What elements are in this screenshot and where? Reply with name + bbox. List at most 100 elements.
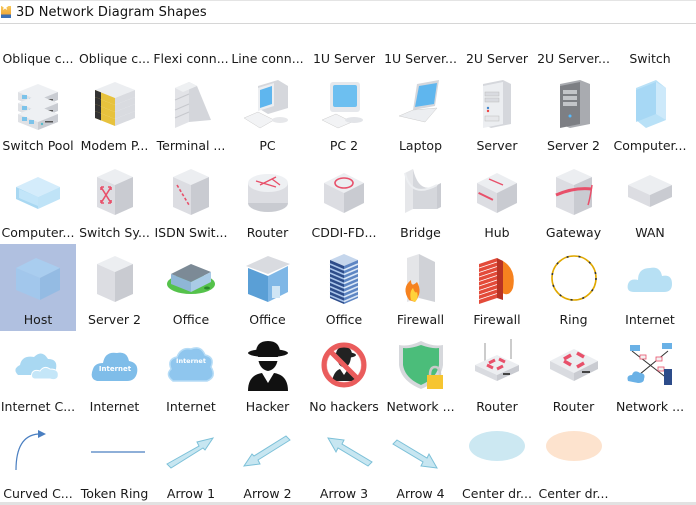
shape-item[interactable]: Oblique c...	[0, 24, 76, 70]
shape-item[interactable]: Token Ring	[77, 418, 153, 502]
shape-item[interactable]: Computer...	[612, 70, 688, 157]
token-ring-line-icon	[90, 426, 145, 478]
shape-item[interactable]: CDDI-FD...	[306, 157, 382, 244]
shape-item[interactable]: PC	[230, 70, 306, 157]
router-box-icon	[549, 339, 598, 391]
shape-item[interactable]: Ring	[536, 244, 612, 331]
shape-label: 1U Server...	[384, 51, 457, 66]
shape-label: Network ...	[386, 399, 455, 414]
shape-item[interactable]: PC 2	[306, 70, 382, 157]
shape-item[interactable]: Arrow 2	[230, 418, 306, 502]
svg-text:Internet: Internet	[98, 365, 131, 373]
shape-item[interactable]: Internet Internet	[153, 331, 229, 418]
internet-labeled-cloud-icon: Internet	[91, 339, 139, 391]
shape-label: Flexi conn...	[153, 51, 229, 66]
shape-item[interactable]: Router	[459, 331, 535, 418]
shape-label: Firewall	[473, 312, 521, 327]
shape-item[interactable]: Office	[306, 244, 382, 331]
shape-item[interactable]: Flexi conn...	[153, 24, 229, 70]
shape-item[interactable]: Hub	[459, 157, 535, 244]
hacker-icon	[244, 339, 292, 391]
pc-icon	[242, 78, 292, 130]
shape-label: ISDN Swit...	[154, 225, 228, 240]
shape-item[interactable]: Internet	[612, 244, 688, 331]
shape-item[interactable]: Router	[230, 157, 306, 244]
shape-item[interactable]: Center dr...	[459, 418, 535, 502]
server-icon	[473, 78, 521, 130]
shape-label: CDDI-FD...	[311, 225, 377, 240]
internet-clouds-icon	[14, 339, 62, 391]
shape-label: Curved C...	[3, 486, 73, 501]
shape-label: Internet	[166, 399, 216, 414]
shape-item[interactable]: Line conn...	[230, 24, 306, 70]
shape-item[interactable]: Arrow 3	[306, 418, 382, 502]
arrow-down-left-icon	[242, 426, 292, 478]
oblique-connector-icon	[14, 24, 62, 43]
shape-item[interactable]: Oblique c...	[77, 24, 153, 70]
shape-item[interactable]: Host	[0, 244, 76, 331]
ellipse-orange-icon	[545, 426, 602, 478]
shape-item[interactable]: Modem P...	[77, 70, 153, 157]
wifi-router-icon	[473, 339, 521, 391]
shape-item[interactable]: Network ...	[383, 331, 459, 418]
shape-item[interactable]: Computer...	[0, 157, 76, 244]
shape-item[interactable]: WAN	[612, 157, 688, 244]
server-block-icon	[91, 252, 139, 304]
shape-item[interactable]: Router	[536, 331, 612, 418]
shape-label: Center dr...	[538, 486, 609, 501]
shape-item[interactable]: Hacker	[230, 331, 306, 418]
shape-label: Arrow 2	[243, 486, 292, 501]
shape-item[interactable]: Curved C...	[0, 418, 76, 502]
shape-item[interactable]: 1U Server...	[383, 24, 459, 70]
shape-label: Office	[325, 312, 363, 327]
shape-item[interactable]: 1U Server	[306, 24, 382, 70]
svg-text:Internet: Internet	[176, 357, 206, 365]
shape-label: Switch Pool	[2, 138, 74, 153]
shape-label: Router	[246, 225, 289, 240]
shape-item[interactable]: Internet C...	[0, 331, 76, 418]
shape-label: Internet C...	[0, 399, 76, 414]
shape-item[interactable]: Arrow 4	[383, 418, 459, 502]
shape-label: Hacker	[245, 399, 290, 414]
shape-item[interactable]: 2U Server	[459, 24, 535, 70]
shape-item[interactable]: Laptop	[383, 70, 459, 157]
shape-item[interactable]: Server	[459, 70, 535, 157]
bridge-icon	[397, 165, 445, 217]
shape-item[interactable]: No hackers	[306, 331, 382, 418]
shape-item[interactable]: Terminal ...	[153, 70, 229, 157]
terminal-server-icon	[167, 78, 215, 130]
shape-item[interactable]: Switch Sy...	[77, 157, 153, 244]
shape-grid: Oblique c... Oblique c... Flexi conn... Lin…	[0, 24, 696, 502]
switch-pool-icon	[14, 78, 62, 130]
switch-icon	[626, 24, 674, 43]
shape-item[interactable]: Arrow 1	[153, 418, 229, 502]
1u-server-icon	[320, 24, 368, 43]
shape-item[interactable]: Switch Pool	[0, 70, 76, 157]
office-building-icon	[244, 252, 292, 304]
shape-item[interactable]: Bridge	[383, 157, 459, 244]
shape-item[interactable]: Server 2	[77, 244, 153, 331]
shape-label: Server 2	[547, 138, 600, 153]
shape-item[interactable]: Office	[230, 244, 306, 331]
shape-label: 2U Server...	[537, 51, 610, 66]
shape-label: Firewall	[396, 312, 445, 327]
internet-labeled-cloud-2-icon: Internet	[167, 339, 215, 391]
shape-item[interactable]: Network ...	[612, 331, 688, 418]
shape-item[interactable]: Server 2	[536, 70, 612, 157]
shape-item[interactable]: Center dr...	[536, 418, 612, 502]
shape-label: Network ...	[615, 399, 685, 414]
shape-item[interactable]: Switch	[612, 24, 688, 70]
shape-item[interactable]: Gateway	[536, 157, 612, 244]
shape-item[interactable]: ISDN Swit...	[153, 157, 229, 244]
shape-item[interactable]: Internet Internet	[77, 331, 153, 418]
network-security-icon	[397, 339, 445, 391]
shape-label: Computer...	[613, 138, 687, 153]
modem-pool-icon	[91, 78, 139, 130]
shape-item[interactable]: Office	[153, 244, 229, 331]
firewall-gray-icon	[397, 252, 445, 304]
shape-item[interactable]: Firewall	[383, 244, 459, 331]
shape-item[interactable]: Firewall	[459, 244, 535, 331]
shape-label: Internet	[625, 312, 675, 327]
shape-item[interactable]: 2U Server...	[536, 24, 612, 70]
shape-label: Terminal ...	[156, 138, 226, 153]
